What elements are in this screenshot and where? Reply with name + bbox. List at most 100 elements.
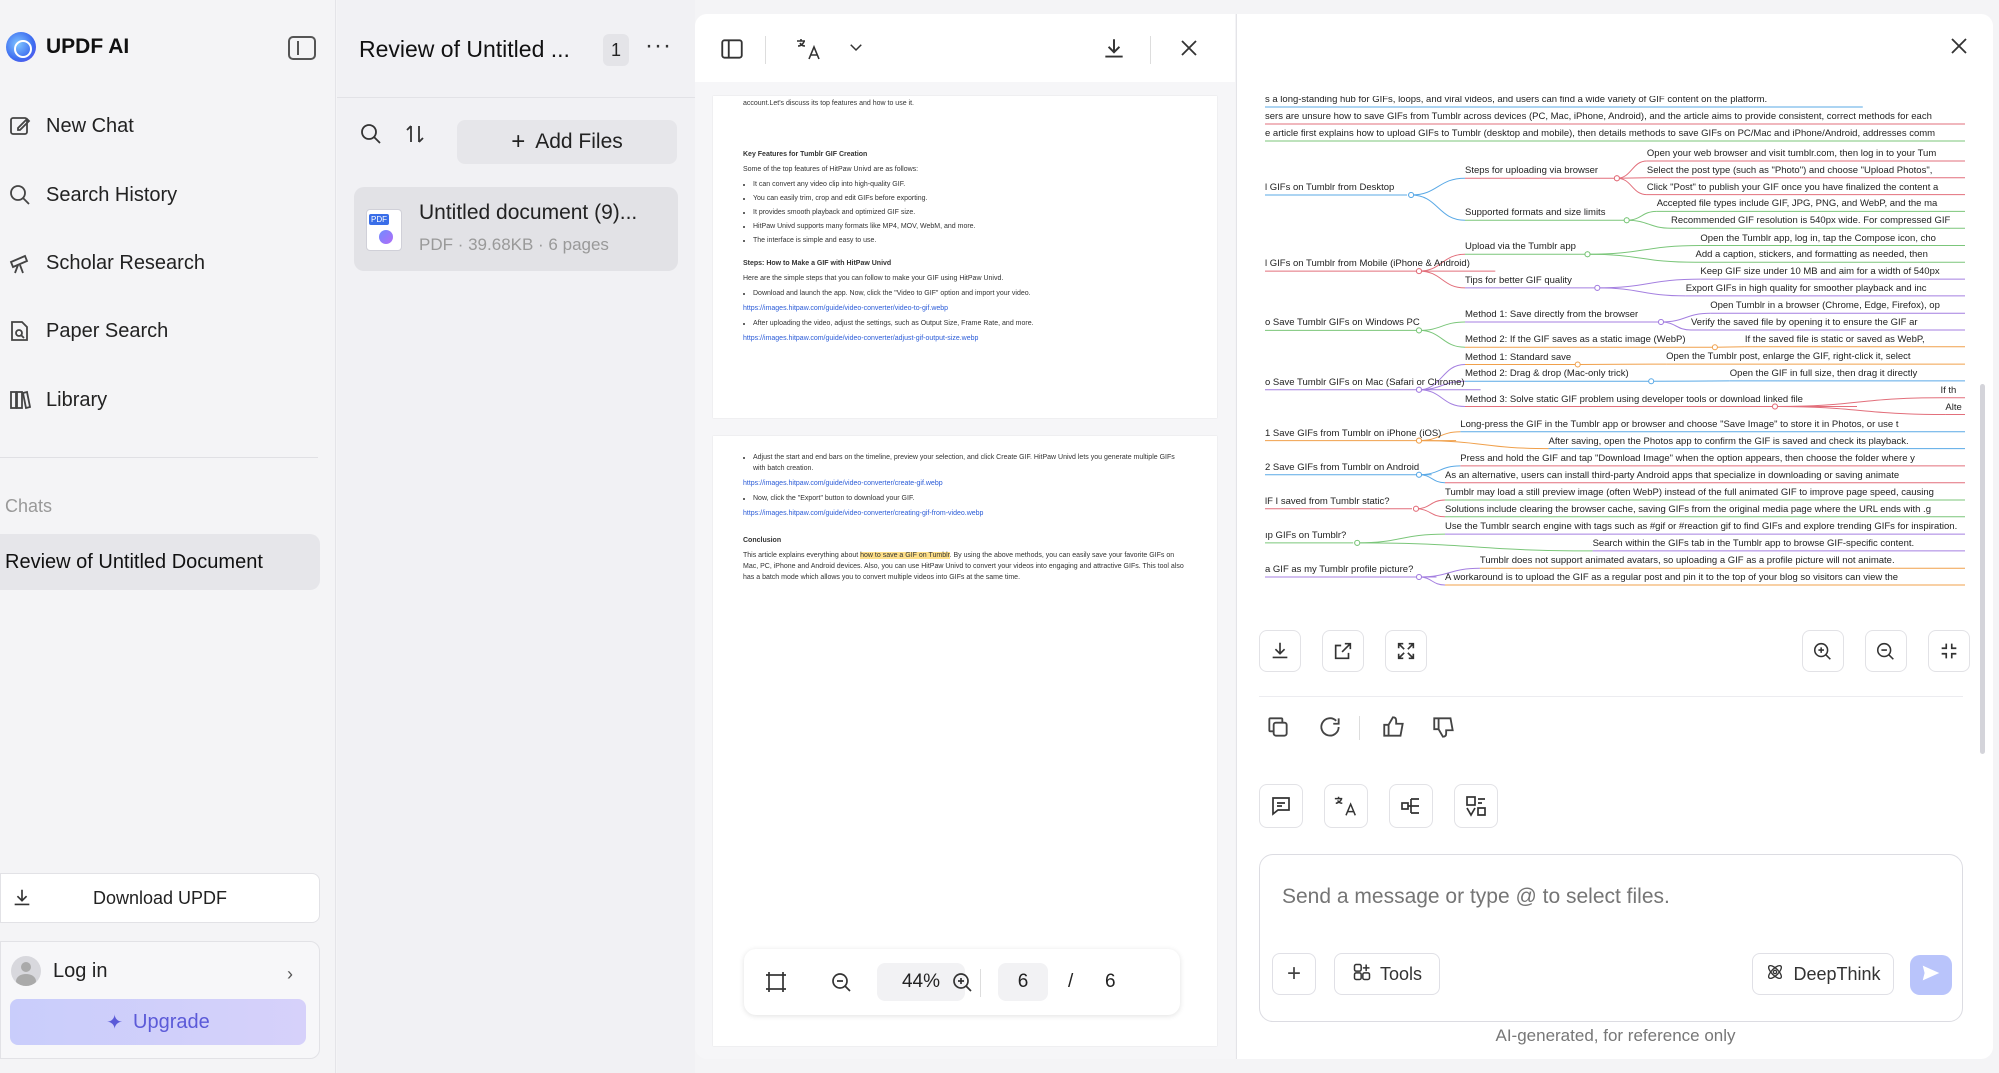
node-dot [1658, 319, 1664, 325]
library-icon [8, 388, 32, 412]
mind-map[interactable]: s a long-standing hub for GIFs, loops, a… [1265, 96, 1965, 626]
zoom-in-icon[interactable] [1802, 630, 1844, 672]
mind-map-leaf: Recommended GIF resolution is 540px wide… [1671, 215, 1951, 227]
mind-map-subnode: Method 3: Solve static GIF problem using… [1465, 393, 1803, 405]
updf-logo-icon [6, 32, 36, 62]
summarize-icon[interactable] [1259, 784, 1303, 828]
file-card[interactable]: Untitled document (9)... PDF · 39.68KB ·… [354, 187, 678, 271]
list-item: It can convert any video clip into high-… [753, 179, 1187, 190]
mind-map-subnode: Tips for better GIF quality [1465, 274, 1572, 286]
more-options-icon[interactable]: ··· [645, 32, 672, 60]
mind-map-branch: o Save Tumblr GIFs on Mac (Safari or Chr… [1265, 376, 1465, 388]
nav-new-chat[interactable]: New Chat [8, 108, 134, 144]
nav-scholar-research[interactable]: Scholar Research [8, 245, 205, 281]
sort-icon[interactable] [403, 122, 427, 151]
plus-icon: + [511, 128, 526, 155]
download-icon[interactable] [1101, 36, 1127, 67]
page-separator: / [1068, 971, 1074, 992]
files-header: Review of Untitled ... 1 ··· [337, 0, 695, 98]
add-files-label: Add Files [535, 130, 623, 153]
message-input[interactable] [1282, 885, 1922, 909]
chevron-down-icon[interactable] [847, 38, 865, 61]
nav-search-history[interactable]: Search History [8, 177, 177, 213]
connector [1616, 160, 1647, 179]
connector [1418, 440, 1549, 450]
fit-page-icon[interactable] [764, 970, 788, 999]
chat-item-active[interactable]: Review of Untitled Document [0, 534, 320, 590]
mind-map-leaf: Open the Tumblr post, enlarge the GIF, r… [1666, 351, 1911, 363]
deepthink-toggle[interactable]: DeepThink [1752, 953, 1894, 995]
mind-map-leaf: Tumblr does not support animated avatars… [1479, 555, 1895, 567]
download-label: Download UPDF [92, 887, 228, 908]
conclusion-text: This article explains everything about h… [743, 550, 1187, 583]
upgrade-button[interactable]: ✦ Upgrade [10, 999, 306, 1045]
download-mindmap-button[interactable] [1259, 630, 1301, 672]
upgrade-label: Upgrade [133, 1010, 210, 1033]
nav-library[interactable]: Library [8, 382, 107, 418]
thumbs-up-icon[interactable] [1381, 714, 1407, 745]
thumbs-down-icon[interactable] [1431, 714, 1457, 745]
send-button[interactable] [1910, 955, 1952, 995]
connector [1411, 194, 1466, 221]
steps-list: Download and launch the app. Now, click … [753, 288, 1187, 299]
mind-map-branch: l GIFs on Tumblr from Desktop [1265, 182, 1395, 193]
ai-disclaimer: AI-generated, for reference only [1495, 1026, 1736, 1045]
telescope-icon [8, 251, 32, 275]
toggle-sidebar-icon[interactable] [719, 36, 745, 67]
regenerate-icon[interactable] [1317, 714, 1343, 745]
download-updf-button[interactable]: Download UPDF [0, 873, 320, 923]
connector [1418, 321, 1466, 331]
expand-icon[interactable] [1385, 630, 1427, 672]
nav-paper-search[interactable]: Paper Search [8, 313, 168, 349]
attach-button[interactable]: + [1272, 953, 1316, 995]
node-dot [1416, 471, 1422, 478]
tools-button[interactable]: Tools [1334, 953, 1440, 995]
mind-map-subnode: Method 2: Drag & drop (Mac-only trick) [1465, 368, 1629, 380]
toolbar-divider [980, 969, 981, 997]
page-link[interactable]: https://images.hitpaw.com/guide/video-co… [743, 508, 1187, 519]
brand: UPDF AI [6, 32, 129, 62]
connector [1418, 474, 1446, 484]
connector [1357, 533, 1446, 544]
add-files-button[interactable]: + Add Files [457, 120, 677, 164]
close-icon[interactable] [1947, 34, 1971, 63]
node-dot [1584, 251, 1591, 258]
page-text: Some of the top features of HitPaw Univd… [743, 166, 919, 173]
message-composer: + Tools DeepThink [1259, 854, 1963, 1022]
files-toolbar [359, 122, 427, 151]
mindmap-icon[interactable] [1389, 784, 1433, 828]
mind-map-branch: o Save Tumblr GIFs on Windows PC [1265, 317, 1420, 329]
copy-icon[interactable] [1265, 714, 1291, 745]
page-number-input[interactable]: 6 [998, 963, 1048, 1001]
zoom-out-icon[interactable] [1865, 630, 1907, 672]
steps-list: Now, click the "Export" button to downlo… [753, 493, 1187, 504]
collapse-icon[interactable] [1928, 630, 1970, 672]
explain-icon[interactable] [1454, 784, 1498, 828]
zoom-out-icon[interactable] [830, 970, 854, 999]
share-icon[interactable] [1322, 630, 1364, 672]
paper-search-icon [8, 319, 32, 343]
page-link[interactable]: https://images.hitpaw.com/guide/video-co… [743, 478, 1187, 489]
zoom-in-icon[interactable] [951, 970, 975, 999]
collapse-sidebar-icon[interactable] [288, 36, 316, 60]
page-link[interactable]: https://images.hitpaw.com/guide/video-co… [743, 333, 1187, 344]
list-item: Download and launch the app. Now, click … [753, 288, 1187, 299]
page-heading: Steps: How to Make a GIF with HitPaw Uni… [743, 260, 892, 267]
list-item: You can easily trim, crop and edit GIFs … [753, 193, 1187, 204]
ai-chat-panel: s a long-standing hub for GIFs, loops, a… [1236, 14, 1993, 1059]
close-icon[interactable] [1177, 36, 1201, 65]
chevron-right-icon[interactable]: › [287, 964, 293, 985]
mind-map-leaf: Select the post type (such as "Photo") a… [1646, 164, 1933, 176]
mind-map-text: e article first explains how to upload G… [1265, 128, 1936, 139]
page-link[interactable]: https://images.hitpaw.com/guide/video-co… [743, 303, 1187, 314]
translate-icon[interactable] [795, 36, 823, 67]
translate-icon[interactable] [1324, 784, 1368, 828]
toolbar-divider [765, 36, 766, 64]
highlighted-text: how to save a GIF on Tumblr [860, 552, 950, 559]
mind-map-leaf: Add a caption, stickers, and formatting … [1695, 249, 1928, 261]
page-heading: Key Features for Tumblr GIF Creation [743, 151, 868, 158]
search-icon[interactable] [359, 122, 383, 151]
login-row[interactable]: Log in [11, 956, 108, 986]
mind-map-leaf: Export GIFs in high quality for smoother… [1685, 282, 1927, 294]
scrollbar[interactable] [1980, 384, 1985, 754]
